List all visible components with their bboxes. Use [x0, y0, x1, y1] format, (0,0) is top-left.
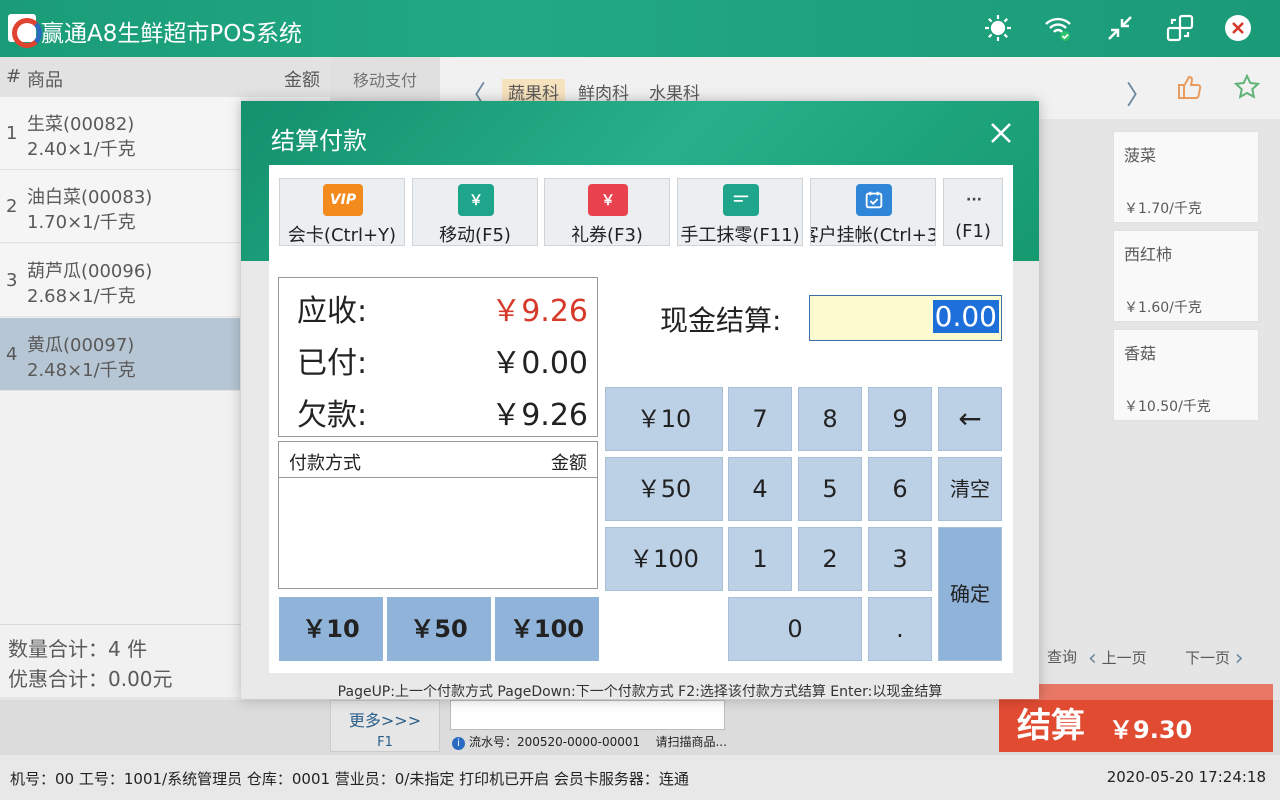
status-info: 机号：00 工号：1001/系统管理员 仓库：0001 营业员：0/未指定 打印… [10, 770, 689, 788]
receivable-amount: ￥9.26 [491, 294, 588, 329]
cash-label: 现金结算: [660, 304, 782, 337]
key-50-yuan[interactable]: ￥50 [605, 457, 723, 521]
payment-list: 付款方式 金额 [278, 441, 598, 589]
pay-method-more[interactable]: ··· (F1) [943, 178, 1003, 246]
checkout-label: 结算 [1017, 706, 1085, 746]
pay-method-label: 会卡(Ctrl+Y) [287, 225, 397, 246]
key-4[interactable]: 4 [728, 457, 792, 521]
key-9[interactable]: 9 [868, 387, 932, 451]
pay-method-member-card[interactable]: VIP 会卡(Ctrl+Y) [279, 178, 405, 246]
pay-method-label: 移动(F5) [439, 225, 511, 246]
cash-amount-input[interactable]: 0.00 [809, 295, 1002, 341]
serial-info: i 流水号：200520-0000-00001 请扫描商品... [452, 733, 727, 750]
receipt-icon [723, 184, 759, 216]
dialog-body: VIP 会卡(Ctrl+Y) ￥ 移动(F5) ￥ 礼券(F3) 手工抹零(F1… [269, 165, 1013, 673]
payment-list-header: 付款方式 金额 [279, 442, 597, 478]
pay-method-manual-rounding[interactable]: 手工抹零(F11) [677, 178, 803, 246]
col-pay-amount: 金额 [551, 453, 587, 474]
more-button[interactable]: 更多>>> F1 [330, 700, 440, 752]
app-title: 赢通A8生鲜超市POS系统 [41, 21, 302, 47]
quick-pay-10-button[interactable]: ￥10 [279, 597, 383, 661]
pay-method-label: 手工抹零(F11) [680, 225, 800, 246]
cash-amount-value: 0.00 [932, 300, 999, 333]
brightness-icon[interactable] [980, 10, 1016, 46]
info-icon: i [452, 737, 465, 750]
serial-number: 流水号：200520-0000-00001 [469, 735, 641, 749]
key-100-yuan[interactable]: ￥100 [605, 527, 723, 591]
calendar-check-icon [856, 184, 892, 216]
receivable-label: 应收: [297, 294, 368, 329]
paid-amount: ￥0.00 [491, 346, 588, 381]
key-5[interactable]: 5 [798, 457, 862, 521]
checkout-amount: ￥9.30 [1109, 716, 1193, 744]
col-pay-method: 付款方式 [289, 453, 361, 474]
key-2[interactable]: 2 [798, 527, 862, 591]
pay-method-mobile[interactable]: ￥ 移动(F5) [412, 178, 538, 246]
pay-method-voucher[interactable]: ￥ 礼券(F3) [544, 178, 670, 246]
owed-label: 欠款: [297, 398, 368, 433]
key-decimal[interactable]: . [868, 597, 932, 661]
backspace-key[interactable]: ← [938, 387, 1002, 451]
key-0[interactable]: 0 [728, 597, 862, 661]
voucher-icon: ￥ [588, 184, 628, 216]
clear-key[interactable]: 清空 [938, 457, 1002, 521]
key-8[interactable]: 8 [798, 387, 862, 451]
key-3[interactable]: 3 [868, 527, 932, 591]
dialog-title: 结算付款 [271, 127, 367, 155]
close-app-icon[interactable] [1220, 10, 1256, 46]
pay-method-label: 礼券(F3) [571, 225, 643, 246]
wifi-icon[interactable] [1040, 10, 1076, 46]
pay-method-credit-account[interactable]: 客户挂帐(Ctrl+3) [810, 178, 936, 246]
phone-pay-icon: ￥ [458, 184, 494, 216]
scan-hint: 请扫描商品... [655, 735, 727, 749]
close-icon[interactable] [987, 119, 1015, 147]
quick-pay-50-button[interactable]: ￥50 [387, 597, 491, 661]
status-datetime: 2020-05-20 17:24:18 [1106, 768, 1266, 786]
minimize-icon[interactable] [1102, 10, 1138, 46]
keyboard-hint: PageUP:上一个付款方式 PageDown:下一个付款方式 F2:选择该付款… [337, 684, 943, 700]
key-1[interactable]: 1 [728, 527, 792, 591]
quick-pay-100-button[interactable]: ￥100 [495, 597, 599, 661]
confirm-key[interactable]: 确定 [938, 527, 1002, 661]
owed-amount: ￥9.26 [491, 398, 588, 433]
key-6[interactable]: 6 [868, 457, 932, 521]
vip-icon: VIP [323, 184, 363, 216]
more-shortcut: F1 [377, 735, 393, 750]
title-bar: 赢通A8生鲜超市POS系统 [0, 0, 1280, 57]
payment-summary: 应收: ￥9.26 已付: ￥0.00 欠款: ￥9.26 [278, 277, 598, 437]
more-dots-icon: ··· [966, 192, 982, 208]
key-10-yuan[interactable]: ￥10 [605, 387, 723, 451]
payment-dialog: 结算付款 VIP 会卡(Ctrl+Y) ￥ 移动(F5) ￥ 礼券(F3) 手工… [241, 101, 1039, 700]
status-bar: 机号：00 工号：1001/系统管理员 仓库：0001 营业员：0/未指定 打印… [0, 755, 1280, 800]
scan-input[interactable] [450, 700, 725, 730]
key-7[interactable]: 7 [728, 387, 792, 451]
switch-window-icon[interactable] [1162, 10, 1198, 46]
more-label: 更多>>> [348, 711, 422, 730]
pay-method-label: 客户挂帐(Ctrl+3) [811, 225, 935, 246]
app-logo-icon [8, 14, 42, 48]
paid-label: 已付: [297, 346, 368, 381]
pay-method-label: (F1) [955, 221, 991, 242]
